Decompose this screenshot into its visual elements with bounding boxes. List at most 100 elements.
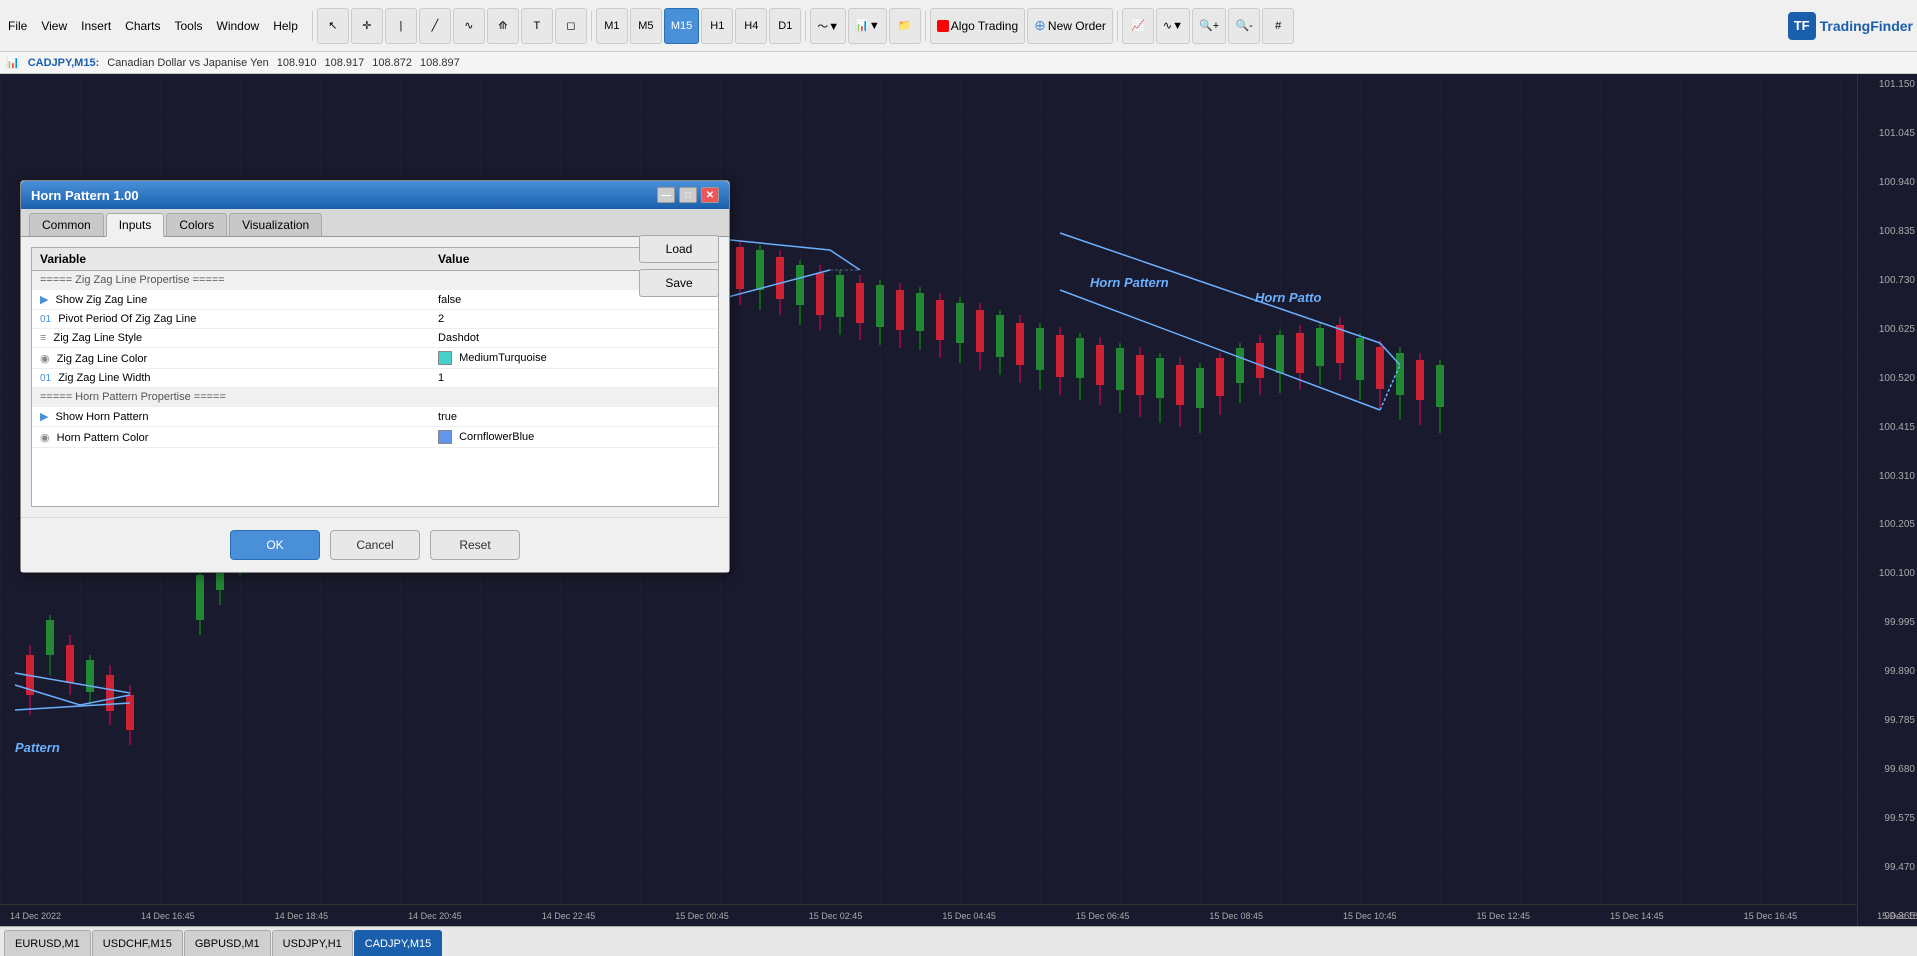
time-8: 15 Dec 06:45 <box>1076 911 1130 921</box>
zoom-in-btn[interactable]: 🔍+ <box>1192 8 1226 44</box>
tf-m5[interactable]: M5 <box>630 8 662 44</box>
table-row[interactable]: ◉ Horn Pattern Color CornflowerBlue <box>32 427 718 448</box>
algo-trading-btn[interactable]: Algo Trading <box>930 8 1025 44</box>
val-zigzag-width[interactable]: 1 <box>430 369 718 388</box>
tab-usdchf-m15[interactable]: USDCHF,M15 <box>92 930 183 956</box>
table-row[interactable]: 01 Pivot Period Of Zig Zag Line 2 <box>32 310 718 329</box>
tab-usdjpy-h1[interactable]: USDJPY,H1 <box>272 930 353 956</box>
val-pivot-period[interactable]: 2 <box>430 310 718 329</box>
save-btn[interactable]: Save <box>639 269 719 297</box>
var-show-horn: ▶ Show Horn Pattern <box>32 407 430 427</box>
price-high: 108.917 <box>324 57 364 69</box>
maximize-icon: □ <box>685 190 691 201</box>
tools-menu[interactable]: Tools <box>171 19 207 33</box>
modal-body: Variable Value ===== Zig <box>21 237 729 517</box>
section-row-1: ===== Zig Zag Line Propertise ===== <box>32 271 718 290</box>
time-9: 15 Dec 08:45 <box>1209 911 1263 921</box>
table-row[interactable]: ▶ Show Horn Pattern true <box>32 407 718 427</box>
time-2: 14 Dec 18:45 <box>275 911 329 921</box>
trendline-tool[interactable]: ╱ <box>419 8 451 44</box>
tab-eurusd-m1[interactable]: EURUSD,M1 <box>4 930 91 956</box>
load-btn[interactable]: Load <box>639 235 719 263</box>
tf-m15[interactable]: M15 <box>664 8 699 44</box>
candlestick-btn[interactable]: 📊▼ <box>848 8 887 44</box>
price-2: 101.045 <box>1860 128 1915 139</box>
price-15: 99.680 <box>1860 764 1915 775</box>
insert-menu[interactable]: Insert <box>77 19 115 33</box>
window-menu[interactable]: Window <box>213 19 264 33</box>
text-tool[interactable]: T <box>521 8 553 44</box>
file-menu[interactable]: File <box>4 19 31 33</box>
price-1: 101.150 <box>1860 79 1915 90</box>
price-7: 100.520 <box>1860 373 1915 384</box>
arrow-icon-1: ▶ <box>40 294 48 306</box>
val-show-horn[interactable]: true <box>430 407 718 427</box>
modal-footer: OK Cancel Reset <box>21 517 729 572</box>
price-axis: 101.150 101.045 100.940 100.835 100.730 … <box>1857 75 1917 926</box>
col-variable: Variable <box>32 248 430 271</box>
modal-dialog[interactable]: Horn Pattern 1.00 — □ ✕ Common <box>20 180 730 573</box>
crosshair-tool[interactable]: ✛ <box>351 8 383 44</box>
chart-icon: 📊 <box>6 56 20 69</box>
time-5: 15 Dec 00:45 <box>675 911 729 921</box>
table-row[interactable]: ◉ Zig Zag Line Color MediumTurquoise <box>32 348 718 369</box>
help-menu[interactable]: Help <box>269 19 302 33</box>
close-icon: ✕ <box>706 190 714 201</box>
val-horn-color[interactable]: CornflowerBlue <box>430 427 718 448</box>
arrow-icon-2: ▶ <box>40 411 48 423</box>
price-3: 100.940 <box>1860 177 1915 188</box>
tf-d1[interactable]: D1 <box>769 8 801 44</box>
price-12: 99.995 <box>1860 617 1915 628</box>
tf-h1[interactable]: H1 <box>701 8 733 44</box>
reset-btn[interactable]: Reset <box>430 530 520 560</box>
number-icon-2: 01 <box>40 373 51 384</box>
color-icon-2: ◉ <box>40 432 50 444</box>
separator-5 <box>1117 11 1118 41</box>
color-icon-1: ◉ <box>40 353 50 365</box>
objects-btn[interactable]: ∿▼ <box>1156 8 1190 44</box>
brand: TF TradingFinder <box>1788 12 1913 40</box>
minimize-btn[interactable]: — <box>657 187 675 203</box>
template-btn[interactable]: 📁 <box>889 8 921 44</box>
indicators-btn[interactable]: 📈 <box>1122 8 1154 44</box>
vertical-line-tool[interactable]: | <box>385 8 417 44</box>
var-show-zigzag: ▶ Show Zig Zag Line <box>32 290 430 310</box>
tf-h4[interactable]: H4 <box>735 8 767 44</box>
new-order-btn[interactable]: ⊕ New Order <box>1027 8 1113 44</box>
tab-visualization[interactable]: Visualization <box>229 213 322 236</box>
table-row[interactable]: ≡ Zig Zag Line Style Dashdot <box>32 329 718 348</box>
cancel-btn[interactable]: Cancel <box>330 530 420 560</box>
grid-btn[interactable]: # <box>1262 8 1294 44</box>
zoom-out-btn[interactable]: 🔍- <box>1228 8 1260 44</box>
cursor-tool[interactable]: ↖ <box>317 8 349 44</box>
var-zigzag-style: ≡ Zig Zag Line Style <box>32 329 430 348</box>
section-row-2: ===== Horn Pattern Propertise ===== <box>32 388 718 407</box>
titlebar-controls: — □ ✕ <box>657 187 719 203</box>
ok-btn[interactable]: OK <box>230 530 320 560</box>
toolbar: File View Insert Charts Tools Window Hel… <box>0 0 1917 52</box>
view-menu[interactable]: View <box>37 19 71 33</box>
tab-gbpusd-m1[interactable]: GBPUSD,M1 <box>184 930 271 956</box>
tab-inputs[interactable]: Inputs <box>106 213 165 237</box>
var-horn-color: ◉ Horn Pattern Color <box>32 427 430 448</box>
shapes-tool[interactable]: ◻ <box>555 8 587 44</box>
val-zigzag-color[interactable]: MediumTurquoise <box>430 348 718 369</box>
price-low: 108.872 <box>372 57 412 69</box>
number-icon-1: 01 <box>40 314 51 325</box>
tf-m1[interactable]: M1 <box>596 8 628 44</box>
tab-cadjpy-m15[interactable]: CADJPY,M15 <box>354 930 442 956</box>
table-row[interactable]: ▶ Show Zig Zag Line false <box>32 290 718 310</box>
channel-tool[interactable]: ⟰ <box>487 8 519 44</box>
table-row[interactable]: 01 Zig Zag Line Width 1 <box>32 369 718 388</box>
color-swatch-turquoise <box>438 351 452 365</box>
close-btn[interactable]: ✕ <box>701 187 719 203</box>
val-zigzag-style[interactable]: Dashdot <box>430 329 718 348</box>
modal-titlebar: Horn Pattern 1.00 — □ ✕ <box>21 181 729 209</box>
maximize-btn[interactable]: □ <box>679 187 697 203</box>
chart-type-btn[interactable]: 〜▼ <box>810 8 846 44</box>
price-11: 100.100 <box>1860 568 1915 579</box>
tab-colors[interactable]: Colors <box>166 213 227 236</box>
curve-tool[interactable]: ∿ <box>453 8 485 44</box>
tab-common[interactable]: Common <box>29 213 104 236</box>
charts-menu[interactable]: Charts <box>121 19 164 33</box>
